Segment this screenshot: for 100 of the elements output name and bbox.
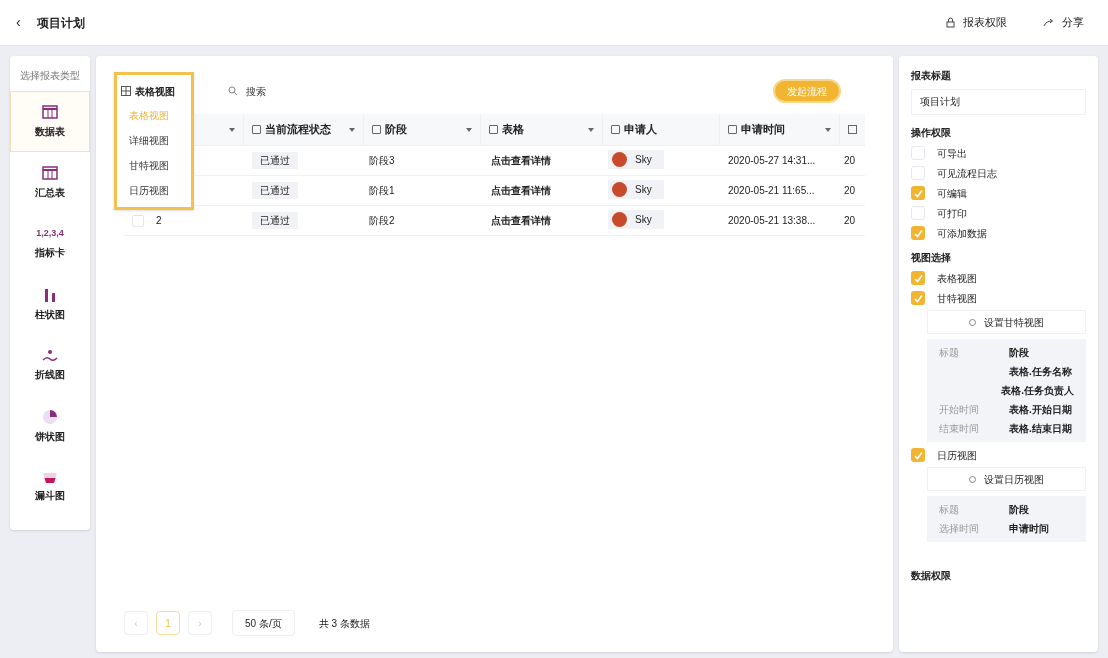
table-cell: 2020-05-21 13:38... — [728, 215, 816, 226]
checkbox-label: 可见流程日志 — [937, 166, 997, 181]
checkbox[interactable] — [911, 448, 925, 462]
status-tag: 已通过 — [252, 152, 298, 169]
checkbox[interactable] — [911, 206, 925, 220]
mapping-value: 阶段 — [1009, 346, 1029, 360]
field-icon — [252, 125, 261, 134]
mapping-value: 表格.任务负责人 — [1001, 384, 1074, 398]
section-heading: 报表标题 — [911, 69, 952, 83]
setup-view-button[interactable]: 设置日历视图 — [927, 467, 1086, 491]
page-size-select[interactable]: 50 条/页 — [232, 610, 295, 636]
table-cell: 20 — [844, 155, 856, 166]
lock-icon — [946, 17, 955, 28]
checkbox-label: 可导出 — [937, 146, 967, 161]
avatar-icon — [612, 212, 627, 227]
section-heading: 数据权限 — [911, 569, 952, 583]
permissions-button[interactable]: 报表权限 — [946, 14, 1007, 31]
avatar-icon — [612, 152, 627, 167]
details-link[interactable]: 点击查看详情 — [491, 215, 551, 226]
avatar-icon — [612, 182, 627, 197]
user-chip: Sky — [608, 150, 664, 169]
column-header[interactable]: 表格 — [502, 121, 524, 138]
checkbox[interactable] — [911, 291, 925, 305]
row-checkbox[interactable] — [132, 214, 144, 227]
view-menu-item[interactable]: 日历视图 — [117, 178, 191, 203]
checkbox-label: 可添加数据 — [937, 226, 987, 241]
report-type-item[interactable]: 柱状图 — [10, 274, 90, 335]
view-switcher[interactable]: 表格视图 — [117, 79, 191, 103]
funnel-icon — [42, 472, 58, 484]
mapping-value: 表格.任务名称 — [1009, 365, 1072, 379]
mapping-key: 选择时间 — [939, 523, 979, 534]
panel-heading: 选择报表类型 — [20, 69, 80, 83]
field-icon — [372, 125, 381, 134]
mapping-value: 阶段 — [1009, 503, 1029, 517]
checkbox-label: 可编辑 — [937, 186, 967, 201]
field-icon — [611, 125, 620, 134]
report-type-item[interactable]: 汇总表 — [10, 152, 90, 213]
mapping-value: 表格.开始日期 — [1009, 403, 1072, 417]
title-field[interactable]: 项目计划 — [911, 89, 1086, 115]
table-icon — [42, 165, 58, 181]
details-link[interactable]: 点击查看详情 — [491, 185, 551, 196]
table-cell-text: 2 — [156, 214, 162, 228]
status-tag: 已通过 — [252, 212, 298, 229]
bar-chart-icon — [42, 287, 58, 303]
caret-icon[interactable] — [349, 127, 355, 132]
report-type-item[interactable]: 数据表 — [10, 91, 90, 152]
field-icon — [728, 125, 737, 134]
column-header[interactable]: 当前流程状态 — [265, 121, 331, 138]
caret-icon[interactable] — [588, 127, 594, 132]
share-button[interactable]: 分享 — [1043, 14, 1084, 31]
caret-icon[interactable] — [825, 127, 831, 132]
total-count: 共 3 条数据 — [318, 616, 370, 631]
checkbox-label: 表格视图 — [937, 271, 977, 286]
column-header[interactable]: 阶段 — [385, 121, 407, 138]
report-type-item[interactable]: 1,2,3,4 指标卡 — [10, 213, 90, 274]
mapping-key: 标题 — [939, 504, 959, 515]
page-title: 项目计划 — [36, 14, 85, 32]
user-chip: Sky — [608, 180, 664, 199]
checkbox-label: 可打印 — [937, 206, 967, 221]
table-cell: 20 — [844, 185, 856, 196]
table-icon — [42, 104, 58, 120]
grid-icon — [121, 86, 131, 96]
table-cell: 2020-05-21 11:65... — [728, 185, 815, 196]
search-icon — [228, 86, 238, 96]
details-link[interactable]: 点击查看详情 — [491, 155, 551, 166]
line-chart-icon — [42, 349, 58, 363]
checkbox[interactable] — [911, 226, 925, 240]
setup-view-button[interactable]: 设置甘特视图 — [927, 310, 1086, 334]
checkbox[interactable] — [911, 166, 925, 180]
checkbox[interactable] — [911, 271, 925, 285]
checkbox-label: 甘特视图 — [937, 291, 977, 306]
pie-chart-icon — [42, 409, 58, 425]
search-field[interactable]: 搜索 — [246, 83, 446, 99]
section-heading: 视图选择 — [911, 251, 952, 265]
report-type-item[interactable]: 漏斗图 — [10, 457, 90, 518]
caret-icon[interactable] — [229, 127, 235, 132]
table-cell: 阶段2 — [369, 215, 395, 226]
back-button[interactable]: ‹ — [16, 12, 21, 33]
column-header[interactable]: 申请时间 — [741, 121, 785, 138]
field-icon — [489, 125, 498, 134]
view-menu-item[interactable]: 详细视图 — [117, 128, 191, 153]
caret-icon[interactable] — [466, 127, 472, 132]
mapping-key: 结束时间 — [939, 423, 979, 434]
column-header[interactable]: 申请人 — [624, 121, 657, 138]
checkbox-label: 日历视图 — [937, 448, 977, 463]
mapping-value: 申请时间 — [1009, 522, 1049, 536]
section-heading: 操作权限 — [911, 126, 952, 140]
checkbox[interactable] — [911, 146, 925, 160]
table-cell: 阶段1 — [369, 185, 395, 196]
table-cell: 2020-05-27 14:31... — [728, 155, 816, 166]
metric-icon: 1,2,3,4 — [36, 227, 64, 241]
table-cell: 阶段3 — [369, 155, 395, 166]
checkbox[interactable] — [911, 186, 925, 200]
table-cell: 20 — [844, 215, 856, 226]
status-tag: 已通过 — [252, 182, 298, 199]
report-type-item[interactable]: 饼状图 — [10, 396, 90, 457]
user-chip: Sky — [608, 210, 664, 229]
report-type-item[interactable]: 折线图 — [10, 335, 90, 396]
view-menu-item[interactable]: 甘特视图 — [117, 153, 191, 178]
field-icon — [848, 125, 857, 134]
